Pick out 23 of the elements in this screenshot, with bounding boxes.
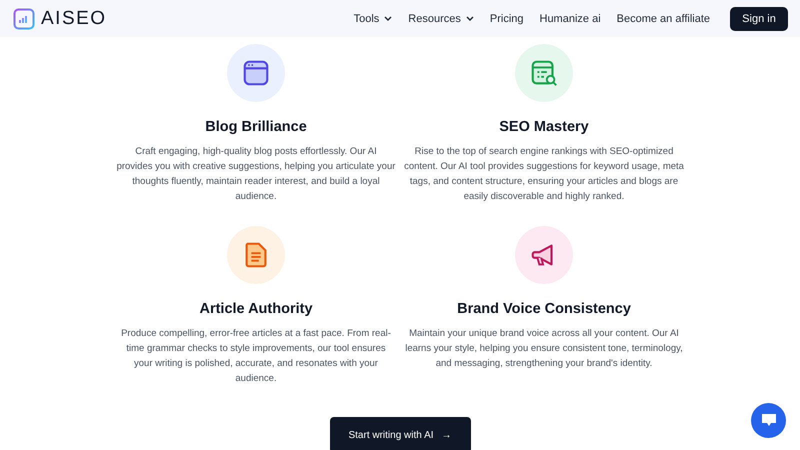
sign-in-button[interactable]: Sign in [730,6,788,30]
chevron-down-icon [384,16,392,21]
feature-title: Article Authority [199,301,313,317]
feature-description: Maintain your unique brand voice across all your content. Our AI learns your style, helping you ensure consistent tone, terminology, and messaging, strengthening your brand's identity. [404,327,684,371]
feature-title: Brand Voice Consistency [457,301,631,317]
search-document-icon [529,58,559,88]
logo-text[interactable]: AISEO [41,8,107,30]
logo-icon [13,8,35,30]
chat-button[interactable] [751,403,786,438]
browser-window-icon [241,58,271,88]
start-writing-button[interactable]: Start writing with AI → [330,417,470,450]
nav-link[interactable]: Tools [354,12,392,24]
nav-link[interactable]: Become an affiliate [616,12,710,24]
chat-bubble-icon [760,413,776,428]
nav-link[interactable]: Pricing [490,12,524,24]
feature-description: Rise to the top of search engine rankings with SEO-optimized content. Our AI tool provides suggestions for keyword usage, meta tags, and content structure, ensuring your articles and blogs are easily discoverable and highly ranked. [404,145,684,204]
feature-description: Produce compelling, error-free articles at a fast pace. From real-time grammar checks to style improvements, our tool ensures your writing is polished, accurate, and resonates with your audience. [120,327,392,386]
feature-description: Craft engaging, high-quality blog posts effortlessly. Our AI provides you with creative suggestions, helping you articulate your thoughts fluently, maintain reader interest, and build a loyal audience. [116,145,396,204]
feature-title: SEO Mastery [499,119,589,135]
feature-title: Blog Brilliance [205,119,307,135]
nav-link[interactable]: Humanize ai [540,12,601,24]
nav-link[interactable]: Resources [408,12,474,24]
chevron-down-icon [466,16,474,21]
